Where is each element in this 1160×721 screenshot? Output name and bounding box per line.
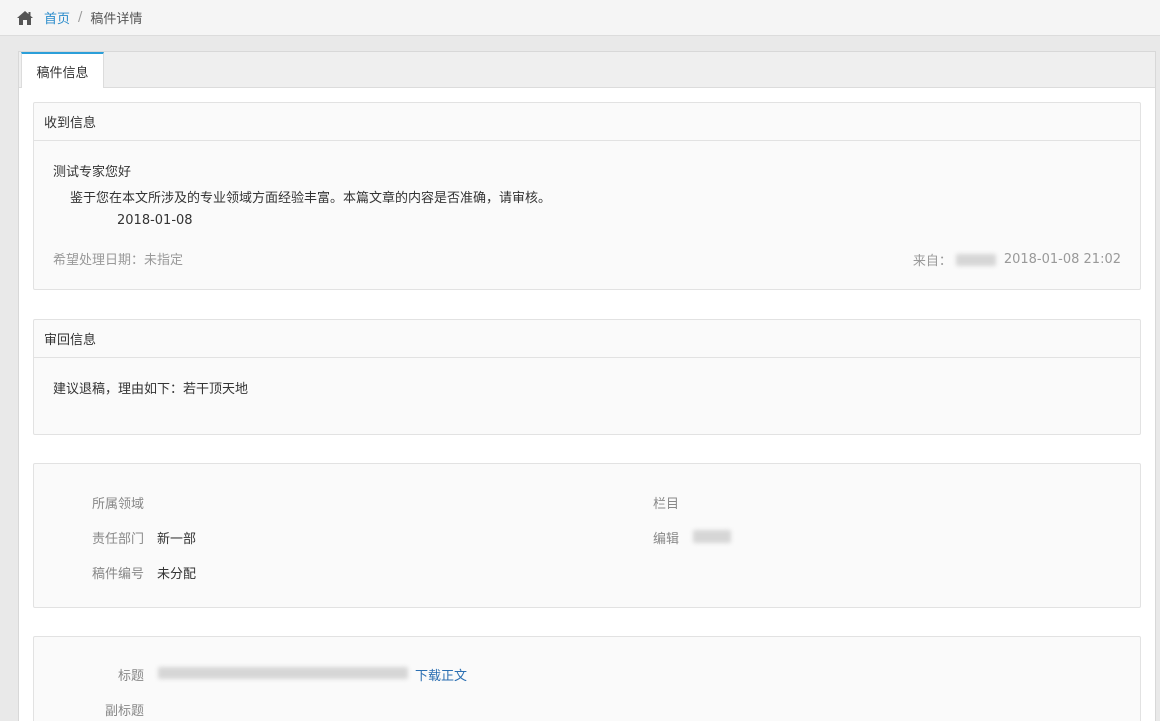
breadcrumb-home-link[interactable]: 首页 (44, 8, 70, 27)
field-label: 所属领域 (91, 497, 144, 512)
from-info: 来自： 2018-01-08 21:02 (913, 250, 1121, 269)
review-info-heading: 审回信息 (34, 320, 1140, 358)
department-label: 责任部门 (91, 532, 144, 547)
expected-date: 希望处理日期：未指定 (53, 253, 184, 268)
sender-redacted (955, 253, 996, 266)
number-value: 未分配 (157, 567, 197, 582)
editor-label: 编辑 (652, 532, 679, 547)
editor-redacted (693, 530, 731, 543)
subtitle-label: 副标题 (104, 704, 144, 719)
breadcrumb-current: 稿件详情 (90, 12, 143, 27)
home-icon[interactable] (16, 10, 34, 26)
department-value: 新一部 (157, 532, 197, 547)
number-label: 稿件编号 (91, 567, 144, 582)
received-info-panel: 收到信息 测试专家您好 鉴于您在本文所涉及的专业领域方面经验丰富。本篇文章的内容… (33, 102, 1141, 290)
details-panel: 所属领域 栏目 责任部门 新一部 编辑 稿件编号 未分配 (33, 463, 1141, 608)
received-info-heading: 收到信息 (34, 103, 1140, 141)
article-panel: 标题 下载正文 副标题 (33, 636, 1141, 721)
greeting-text: 测试专家您好 (53, 165, 132, 180)
review-text: 建议退稿，理由如下：若干顶天地 (53, 382, 249, 397)
breadcrumb-separator: / (78, 10, 83, 25)
review-info-panel: 审回信息 建议退稿，理由如下：若干顶天地 (33, 319, 1141, 435)
title-redacted (158, 667, 408, 679)
message-date: 2018-01-08 (117, 213, 193, 228)
breadcrumb: 首页 / 稿件详情 (0, 0, 1160, 36)
download-body-link[interactable]: 下载正文 (415, 665, 467, 684)
message-text: 鉴于您在本文所涉及的专业领域方面经验丰富。本篇文章的内容是否准确，请审核。 (70, 191, 552, 206)
content-container: 稿件信息 收到信息 测试专家您好 鉴于您在本文所涉及的专业领域方面经验丰富。本篇… (18, 51, 1156, 721)
from-label: 来自： (912, 254, 952, 269)
column-label: 栏目 (652, 497, 679, 512)
tab-bar: 稿件信息 (19, 52, 1155, 88)
title-label: 标题 (117, 669, 144, 684)
tab-manuscript-info[interactable]: 稿件信息 (21, 52, 104, 88)
from-datetime: 2018-01-08 21:02 (1003, 252, 1121, 267)
